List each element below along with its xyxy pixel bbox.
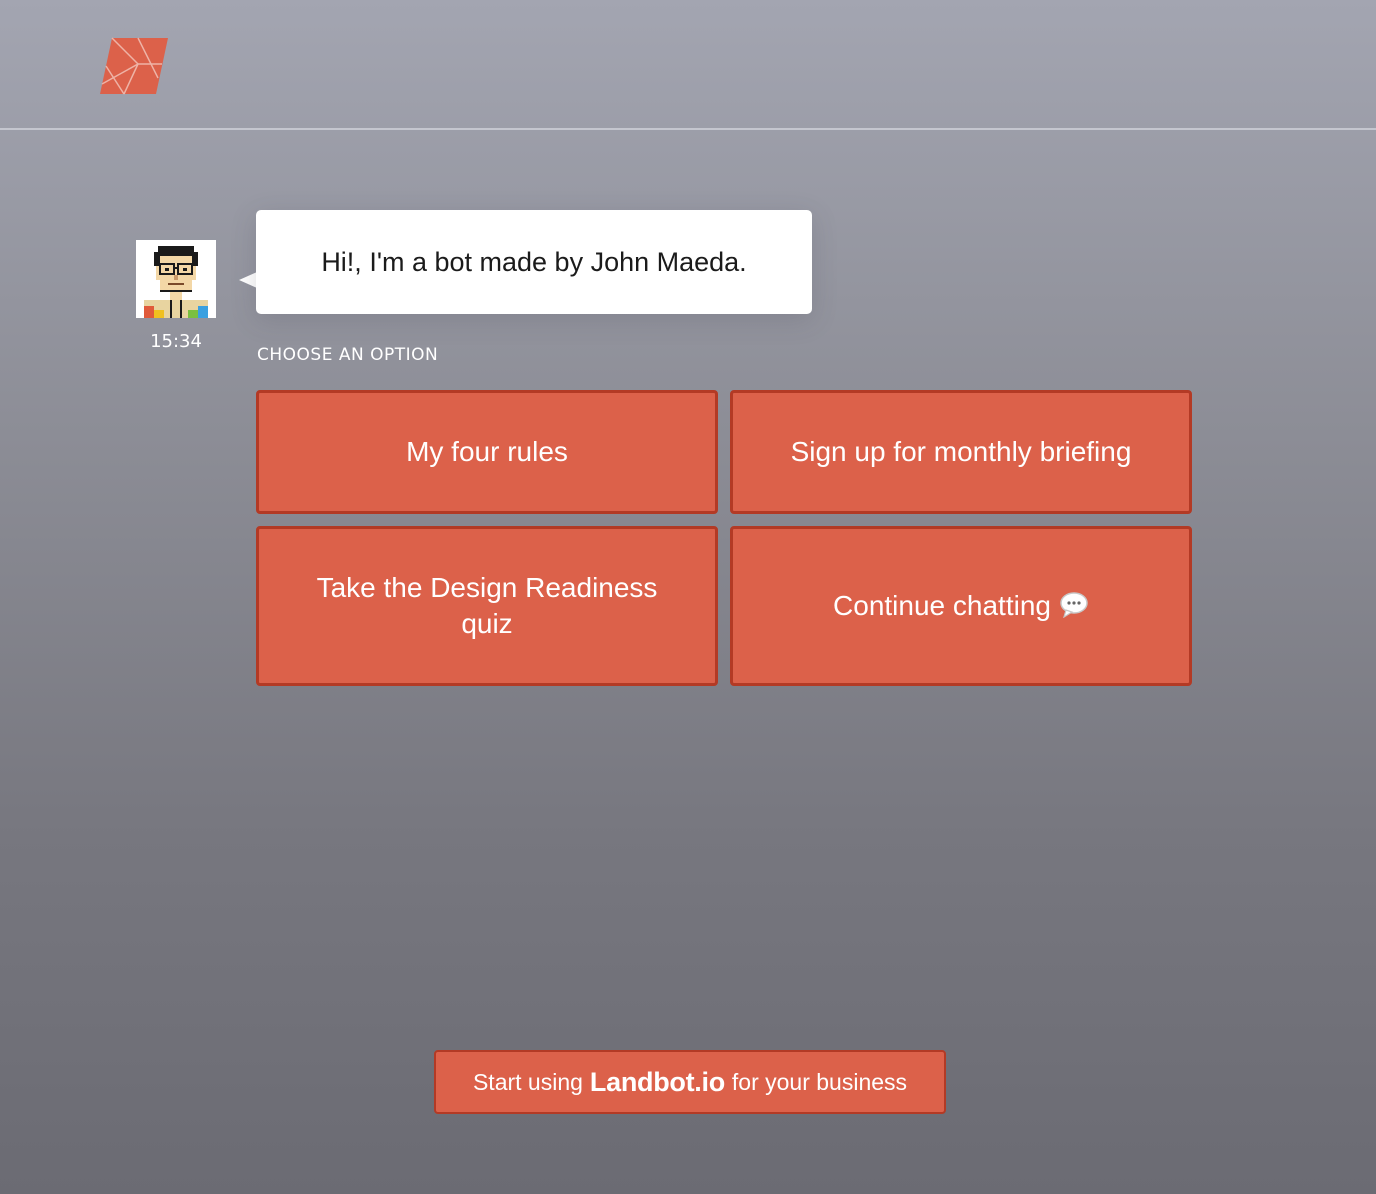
option-label: Take the Design Readiness quiz: [316, 572, 658, 639]
option-continue-chatting-button[interactable]: Continue chatting: [730, 526, 1192, 686]
speech-bubble-icon: [1059, 591, 1089, 618]
landbot-brand-text: Landbot.io: [589, 1066, 725, 1097]
option-four-rules-button[interactable]: My four rules: [256, 390, 718, 514]
maeda-logo-icon[interactable]: [98, 34, 170, 96]
bot-avatar: [136, 240, 216, 318]
option-label: Continue chatting: [833, 590, 1051, 621]
cta-suffix: for your business: [731, 1068, 908, 1095]
choose-option-label: CHOOSE AN OPTION: [257, 345, 439, 365]
header-bar: [0, 0, 1376, 130]
landbot-cta-button[interactable]: Start using Landbot.io for your business: [434, 1050, 946, 1114]
option-label: Sign up for monthly briefing: [790, 436, 1132, 467]
bubble-tail: [239, 272, 257, 288]
message-timestamp: 15:34: [150, 331, 202, 352]
pixel-portrait-avatar: [136, 240, 216, 318]
option-label: My four rules: [406, 436, 568, 467]
cta-prefix: Start using: [472, 1068, 583, 1095]
bot-message-bubble: Hi!, I'm a bot made by John Maeda.: [256, 210, 812, 314]
option-design-quiz-button[interactable]: Take the Design Readiness quiz: [256, 526, 718, 686]
option-monthly-briefing-button[interactable]: Sign up for monthly briefing: [730, 390, 1192, 514]
